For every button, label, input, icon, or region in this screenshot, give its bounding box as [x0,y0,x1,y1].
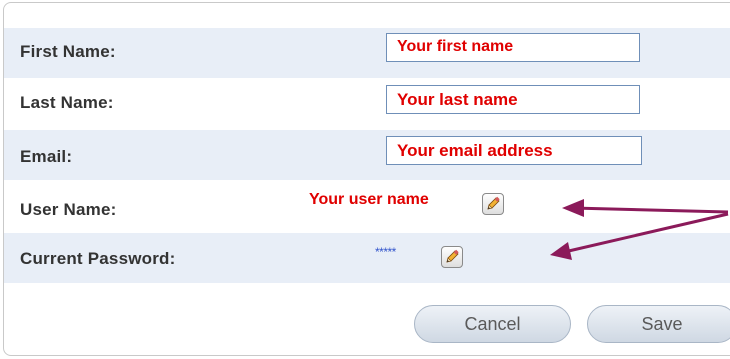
arrow-head-password [550,242,572,260]
annotation-arrows [550,199,729,260]
arrow-head-user-name [562,199,584,217]
arrow-to-user-name [571,206,729,214]
arrow-to-password [559,212,729,255]
